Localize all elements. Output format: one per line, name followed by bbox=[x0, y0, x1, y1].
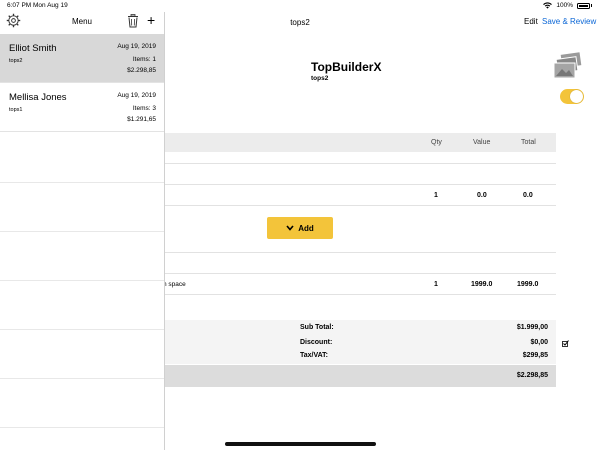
list-item[interactable]: Elliot Smith tops2 Aug 19, 2019 Items: 1… bbox=[0, 34, 164, 83]
empty-row bbox=[0, 427, 164, 428]
row2-total: 1999.0 bbox=[517, 281, 539, 288]
header-qty: Qty bbox=[431, 139, 442, 146]
invoice-items: Items: 1 bbox=[132, 56, 156, 63]
business-sub: tops2 bbox=[311, 75, 329, 82]
subtotal-value: $1.999,00 bbox=[516, 324, 548, 331]
tax-label: Tax/VAT: bbox=[300, 352, 329, 359]
invoice-amount: $2.298,85 bbox=[127, 67, 156, 74]
invoice-date: Aug 19, 2019 bbox=[117, 43, 156, 50]
invoice-date: Aug 19, 2019 bbox=[117, 92, 156, 99]
empty-row bbox=[0, 280, 164, 281]
summary-panel bbox=[165, 320, 556, 364]
sidebar-toolbar: Menu + bbox=[0, 12, 164, 33]
edit-check-icon[interactable] bbox=[562, 340, 569, 347]
row2-qty: 1 bbox=[434, 281, 438, 288]
subtotal-label: Sub Total: bbox=[300, 324, 334, 331]
client-name: Elliot Smith bbox=[9, 43, 57, 54]
add-label: Add bbox=[298, 223, 314, 233]
empty-row bbox=[0, 182, 164, 183]
discount-label: Discount: bbox=[300, 339, 333, 346]
invoice-items: Items: 3 bbox=[132, 105, 156, 112]
divider bbox=[165, 163, 556, 164]
edit-button[interactable]: Edit bbox=[524, 17, 538, 26]
trash-icon[interactable] bbox=[127, 14, 139, 28]
row1-total: 0.0 bbox=[523, 192, 533, 199]
home-indicator[interactable] bbox=[225, 442, 376, 446]
divider bbox=[165, 205, 556, 206]
row1-value: 0.0 bbox=[477, 192, 487, 199]
toggle-switch[interactable] bbox=[560, 89, 584, 104]
row2-value: 1999.0 bbox=[471, 281, 493, 288]
header-value: Value bbox=[473, 139, 491, 146]
empty-row bbox=[0, 231, 164, 232]
row2-description: n space bbox=[163, 281, 186, 288]
add-icon[interactable]: + bbox=[147, 13, 155, 27]
client-name: Mellisa Jones bbox=[9, 92, 67, 103]
tax-value[interactable]: $299,85 bbox=[523, 352, 548, 359]
divider bbox=[165, 273, 556, 274]
list-item[interactable]: Mellisa Jones tops1 Aug 19, 2019 Items: … bbox=[0, 83, 164, 132]
logo-placeholder-icon[interactable] bbox=[553, 52, 583, 80]
empty-row bbox=[0, 378, 164, 379]
table-header: Qty Value Total bbox=[165, 133, 556, 152]
discount-value[interactable]: $0,00 bbox=[530, 339, 548, 346]
invoice-amount: $1.291,65 bbox=[127, 116, 156, 123]
sidebar-menu: Menu + Elliot Smith tops2 Aug 19, 2019 I… bbox=[0, 12, 165, 450]
client-sub: tops2 bbox=[9, 58, 23, 64]
sidebar-title: Menu bbox=[71, 17, 92, 26]
divider bbox=[165, 184, 556, 185]
empty-row bbox=[0, 329, 164, 330]
client-sub: tops1 bbox=[9, 107, 23, 113]
divider bbox=[165, 252, 556, 253]
business-name: TopBuilderX bbox=[311, 60, 382, 74]
divider bbox=[165, 294, 556, 295]
add-button[interactable]: Add bbox=[267, 217, 333, 239]
row1-qty: 1 bbox=[434, 192, 438, 199]
chevron-down-icon bbox=[286, 225, 294, 231]
save-review-button[interactable]: Save & Review bbox=[542, 17, 596, 26]
total-row bbox=[165, 365, 556, 387]
header-total: Total bbox=[521, 139, 536, 146]
total-value: $2.298,85 bbox=[516, 372, 548, 379]
